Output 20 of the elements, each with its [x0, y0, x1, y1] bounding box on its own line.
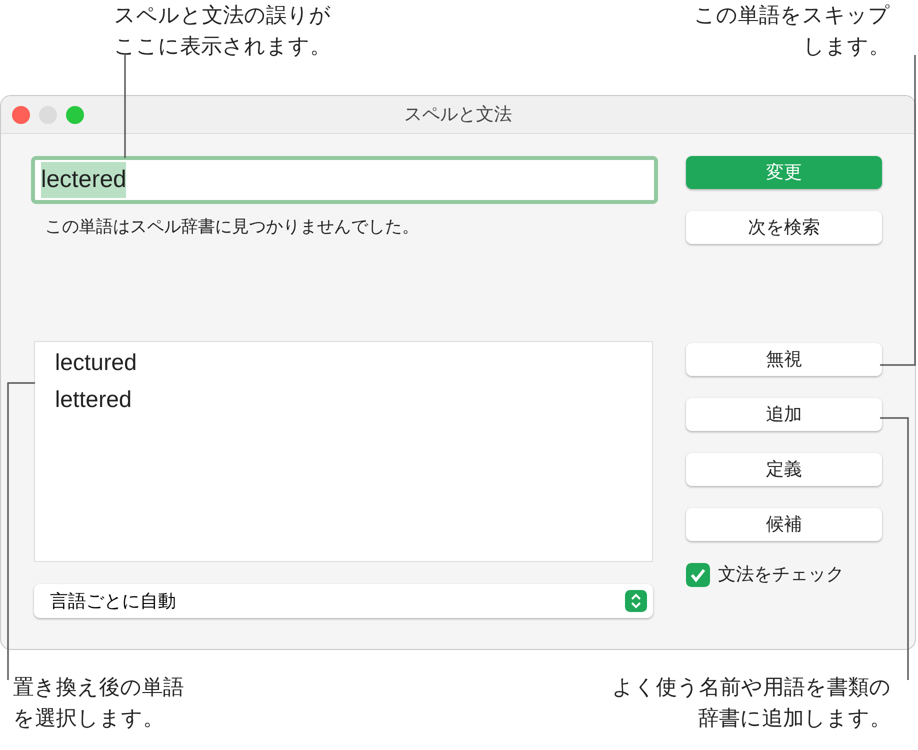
stepper-icon	[625, 590, 647, 612]
dialog-button[interactable]: 追加	[686, 398, 882, 431]
status-message: この単語はスペル辞書に見つかりませんでした。	[45, 216, 420, 238]
callout-text: この単語をスキップ します。	[694, 3, 890, 60]
suggestion-item[interactable]: lettered	[53, 381, 134, 418]
language-popup[interactable]: 言語ごとに自動	[34, 584, 653, 618]
dialog-button[interactable]: 定義	[686, 453, 882, 486]
checkbox-label: 文法をチェック	[718, 563, 844, 586]
close-icon[interactable]	[12, 106, 30, 124]
suggestion-item[interactable]: lectured	[53, 344, 139, 381]
dialog-button[interactable]: 次を検索	[686, 211, 882, 244]
word-field[interactable]: lectered	[31, 156, 658, 204]
dialog-button[interactable]: 候補	[686, 508, 882, 541]
checkbox[interactable]	[686, 562, 710, 586]
callout-text: スペルと文法の誤りが ここに表示されます。	[114, 3, 331, 60]
window-title: スペルと文法	[404, 103, 512, 126]
callout-text: 置き換え後の単語 を選択します。	[13, 675, 184, 732]
zoom-icon[interactable]	[66, 106, 84, 124]
dialog-button[interactable]: 無視	[686, 343, 882, 376]
callout-text: よく使う名前や用語を書類の 辞書に追加します。	[612, 675, 891, 732]
